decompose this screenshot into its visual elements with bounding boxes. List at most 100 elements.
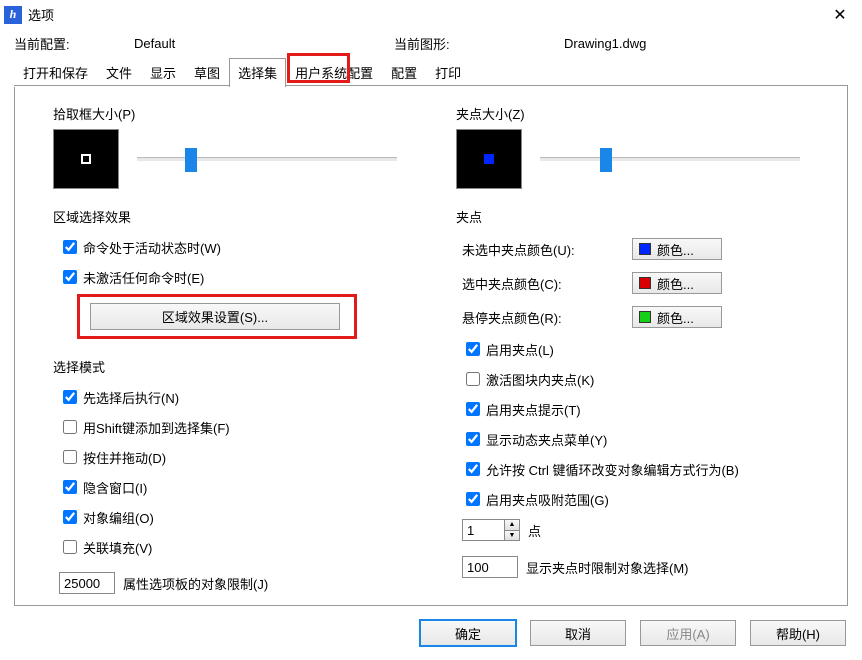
obj-limit-input[interactable] (59, 572, 115, 594)
pickbox-size-label: 拾取框大小(P) (53, 104, 426, 123)
checkbox-cmd-active[interactable] (63, 240, 77, 254)
grip-limit-input[interactable] (462, 556, 518, 578)
selected-grip-color-row: 选中夹点颜色(C): 颜色... (462, 272, 829, 294)
checkbox-press-drag[interactable] (63, 450, 77, 464)
selected-grip-color-button[interactable]: 颜色... (632, 272, 722, 294)
check-no-cmd-active[interactable]: 未激活任何命令时(E) (59, 267, 426, 287)
checkbox-snap-range[interactable] (466, 492, 480, 506)
help-button[interactable]: 帮助(H) (750, 620, 846, 646)
spinner-up-icon[interactable]: ▲ (505, 520, 519, 531)
checkbox-ctrl-cycle[interactable] (466, 462, 480, 476)
ok-button[interactable]: 确定 (420, 620, 516, 646)
grip-limit-label: 显示夹点时限制对象选择(M) (526, 558, 689, 577)
snap-value-input[interactable] (462, 519, 504, 541)
checkbox-dyn-menu[interactable] (466, 432, 480, 446)
check-assoc-hatch[interactable]: 关联填充(V) (59, 537, 426, 557)
check-noun-verb[interactable]: 先选择后执行(N) (59, 387, 426, 407)
grip-slider-row (456, 129, 829, 189)
tab-display[interactable]: 显示 (141, 58, 185, 87)
tab-sketch[interactable]: 草图 (185, 58, 229, 87)
close-icon[interactable]: ✕ (818, 0, 862, 30)
unselected-grip-color-button[interactable]: 颜色... (632, 238, 722, 260)
checkbox-use-shift-label: 用Shift键添加到选择集(F) (83, 418, 230, 437)
selected-grip-color-swatch (639, 277, 651, 289)
pickbox-preview (53, 129, 119, 189)
tab-file[interactable]: 文件 (97, 58, 141, 87)
checkbox-object-group-label: 对象编组(O) (83, 508, 154, 527)
unselected-grip-color-text: 颜色... (657, 240, 694, 259)
config-value: Default (134, 36, 394, 51)
hover-grip-color-button[interactable]: 颜色... (632, 306, 722, 328)
unselected-grip-color-swatch (639, 243, 651, 255)
checkbox-assoc-hatch-label: 关联填充(V) (83, 538, 152, 557)
pickbox-slider-thumb[interactable] (185, 148, 197, 172)
selected-grip-color-label: 选中夹点颜色(C): (462, 274, 632, 293)
snap-value-spinner[interactable]: ▲ ▼ (462, 519, 520, 541)
drawing-label: 当前图形: (394, 34, 564, 53)
check-ctrl-cycle[interactable]: 允许按 Ctrl 键循环改变对象编辑方式行为(B) (462, 459, 829, 479)
titlebar: h 选项 ✕ (0, 0, 862, 30)
area-effect-label: 区域选择效果 (53, 207, 426, 226)
grip-size-label: 夹点大小(Z) (456, 104, 829, 123)
hover-grip-color-swatch (639, 311, 651, 323)
area-effect-settings-button[interactable]: 区域效果设置(S)... (90, 303, 340, 330)
cancel-button[interactable]: 取消 (530, 620, 626, 646)
check-press-drag[interactable]: 按住并拖动(D) (59, 447, 426, 467)
config-label: 当前配置: (14, 34, 134, 53)
selected-grip-color-text: 颜色... (657, 274, 694, 293)
grip-slider[interactable] (540, 157, 800, 161)
tab-open-save[interactable]: 打开和保存 (14, 58, 97, 87)
check-implied-window[interactable]: 隐含窗口(I) (59, 477, 426, 497)
checkbox-dyn-menu-label: 显示动态夹点菜单(Y) (486, 430, 607, 449)
check-grip-tips[interactable]: 启用夹点提示(T) (462, 399, 829, 419)
tab-user-sys[interactable]: 用户系统配置 (286, 58, 382, 87)
grips-section-label: 夹点 (456, 207, 829, 226)
check-cmd-active[interactable]: 命令处于活动状态时(W) (59, 237, 426, 257)
checkbox-noun-verb[interactable] (63, 390, 77, 404)
checkbox-blk-grips-label: 激活图块内夹点(K) (486, 370, 594, 389)
obj-limit-label: 属性选项板的对象限制(J) (123, 574, 268, 593)
grip-limit-row: 显示夹点时限制对象选择(M) (462, 556, 829, 578)
grip-preview (456, 129, 522, 189)
tabs: 打开和保存 文件 显示 草图 选择集 用户系统配置 配置 打印 (0, 55, 862, 86)
check-dyn-menu[interactable]: 显示动态夹点菜单(Y) (462, 429, 829, 449)
checkbox-assoc-hatch[interactable] (63, 540, 77, 554)
dialog-buttons: 确定 取消 应用(A) 帮助(H) (0, 606, 862, 660)
check-object-group[interactable]: 对象编组(O) (59, 507, 426, 527)
checkbox-grip-tips-label: 启用夹点提示(T) (486, 400, 581, 419)
check-use-shift[interactable]: 用Shift键添加到选择集(F) (59, 417, 426, 437)
checkbox-enable-grips[interactable] (466, 342, 480, 356)
unselected-grip-color-row: 未选中夹点颜色(U): 颜色... (462, 238, 829, 260)
tab-print[interactable]: 打印 (426, 58, 470, 87)
checkbox-implied-window-label: 隐含窗口(I) (83, 478, 147, 497)
pickbox-slider-row (53, 129, 426, 189)
app-icon: h (4, 6, 22, 24)
snap-unit-label: 点 (528, 521, 541, 540)
checkbox-grip-tips[interactable] (466, 402, 480, 416)
snap-value-row: ▲ ▼ 点 (462, 519, 829, 541)
apply-button[interactable]: 应用(A) (640, 620, 736, 646)
unselected-grip-color-label: 未选中夹点颜色(U): (462, 240, 632, 259)
drawing-value: Drawing1.dwg (564, 36, 848, 51)
checkbox-snap-range-label: 启用夹点吸附范围(G) (486, 490, 609, 509)
hover-grip-color-label: 悬停夹点颜色(R): (462, 308, 632, 327)
check-blk-grips[interactable]: 激活图块内夹点(K) (462, 369, 829, 389)
checkbox-no-cmd-active-label: 未激活任何命令时(E) (83, 268, 204, 287)
checkbox-object-group[interactable] (63, 510, 77, 524)
check-snap-range[interactable]: 启用夹点吸附范围(G) (462, 489, 829, 509)
checkbox-cmd-active-label: 命令处于活动状态时(W) (83, 238, 221, 257)
spinner-down-icon[interactable]: ▼ (505, 531, 519, 541)
checkbox-blk-grips[interactable] (466, 372, 480, 386)
right-column: 夹点大小(Z) 夹点 未选中夹点颜色(U): 颜色... 选中夹点颜色(C): … (456, 100, 829, 575)
checkbox-ctrl-cycle-label: 允许按 Ctrl 键循环改变对象编辑方式行为(B) (486, 460, 739, 479)
check-enable-grips[interactable]: 启用夹点(L) (462, 339, 829, 359)
checkbox-no-cmd-active[interactable] (63, 270, 77, 284)
checkbox-use-shift[interactable] (63, 420, 77, 434)
checkbox-implied-window[interactable] (63, 480, 77, 494)
tab-config[interactable]: 配置 (382, 58, 426, 87)
tab-selection[interactable]: 选择集 (229, 58, 286, 87)
checkbox-enable-grips-label: 启用夹点(L) (486, 340, 554, 359)
pickbox-slider[interactable] (137, 157, 397, 161)
grip-slider-thumb[interactable] (600, 148, 612, 172)
checkbox-press-drag-label: 按住并拖动(D) (83, 448, 166, 467)
